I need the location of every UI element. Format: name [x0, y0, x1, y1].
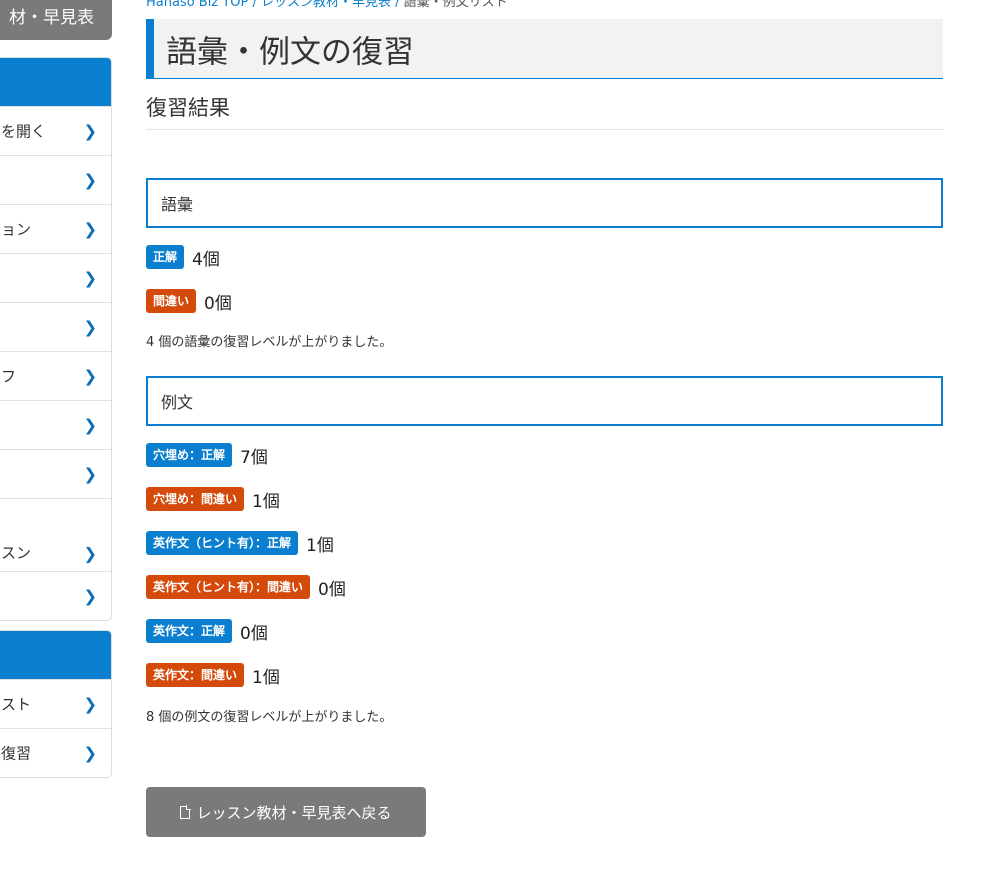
result-count: 1個	[306, 535, 334, 556]
result-count: 1個	[252, 667, 280, 688]
chevron-right-icon: ❯	[83, 694, 97, 714]
vocab-result-wrong: 間違い 0個	[146, 288, 232, 314]
vocab-result-correct: 正解 4個	[146, 244, 220, 270]
chevron-right-icon: ❯	[83, 366, 97, 386]
result-count: 4個	[192, 249, 220, 270]
result-count: 0個	[240, 623, 268, 644]
breadcrumb: Hanaso Biz TOP / レッスン教材・早見表 / 語彙・例文リスト	[146, 0, 508, 10]
chevron-right-icon: ❯	[83, 743, 97, 763]
sidebar-item-review-list[interactable]: スト ❯	[0, 679, 111, 728]
sidebar-panel-header	[0, 631, 111, 679]
status-badge: 英作文：間違い	[146, 663, 245, 687]
chevron-right-icon: ❯	[83, 170, 97, 190]
section-subtitle: 復習結果	[146, 92, 943, 130]
example-result-row: 英作文：間違い 1個	[146, 662, 280, 688]
vocab-heading: 語彙	[161, 195, 194, 214]
status-badge: 正解	[146, 245, 185, 269]
sidebar-item-label: スト	[1, 695, 32, 714]
document-icon	[180, 804, 192, 819]
status-badge: 英作文（ヒント有）：正解	[146, 531, 299, 555]
lesson-materials-label: 材・早見表	[9, 7, 94, 28]
status-badge: 穴埋め：正解	[146, 443, 233, 467]
example-result-row: 英作文（ヒント有）：間違い 0個	[146, 574, 346, 600]
status-badge: 英作文（ヒント有）：間違い	[146, 575, 311, 599]
examples-heading: 例文	[161, 393, 194, 412]
lesson-materials-button[interactable]: 材・早見表	[0, 0, 112, 40]
sidebar-item-label: 復習	[1, 744, 32, 763]
page-title-bar: 語彙・例文の復習	[146, 19, 943, 79]
vocab-note: 4 個の語彙の復習レベルが上がりました。	[146, 335, 393, 350]
sidebar-item-8[interactable]: ❯	[0, 449, 111, 498]
sidebar-item-9[interactable]: スン ❯	[0, 498, 111, 571]
breadcrumb-links[interactable]: Hanaso Biz TOP / レッスン教材・早見表 /	[146, 0, 404, 10]
chevron-right-icon: ❯	[83, 268, 97, 288]
chevron-right-icon: ❯	[83, 219, 97, 239]
chevron-right-icon: ❯	[83, 586, 97, 606]
sidebar-panel-review: スト ❯ 復習 ❯	[0, 630, 112, 778]
status-badge: 間違い	[146, 289, 197, 313]
chevron-right-icon: ❯	[83, 415, 97, 435]
result-count: 0個	[204, 293, 232, 314]
sidebar-item-5[interactable]: ❯	[0, 302, 111, 351]
back-to-materials-button[interactable]: レッスン教材・早見表へ戻る	[146, 787, 426, 837]
chevron-right-icon: ❯	[83, 544, 97, 563]
status-badge: 穴埋め：間違い	[146, 487, 245, 511]
sidebar-panel-main: を開く ❯ ❯ ョン ❯ ❯ ❯ フ ❯ ❯ ❯ スン ❯ ❯	[0, 57, 112, 621]
chevron-right-icon: ❯	[83, 464, 97, 484]
vocab-heading-box: 語彙	[146, 178, 943, 228]
sidebar-item-1[interactable]: を開く ❯	[0, 106, 111, 155]
sidebar-item-10[interactable]: ❯	[0, 571, 111, 620]
result-count: 7個	[240, 447, 268, 468]
sidebar-item-label: スン	[1, 544, 32, 562]
status-badge: 英作文：正解	[146, 619, 233, 643]
sidebar-item-6[interactable]: フ ❯	[0, 351, 111, 400]
sidebar-item-3[interactable]: ョン ❯	[0, 204, 111, 253]
breadcrumb-current: 語彙・例文リスト	[403, 0, 508, 10]
example-result-row: 英作文（ヒント有）：正解 1個	[146, 530, 334, 556]
example-result-row: 穴埋め：間違い 1個	[146, 486, 280, 512]
result-count: 0個	[318, 579, 346, 600]
sidebar-item-2[interactable]: ❯	[0, 155, 111, 204]
example-result-row: 英作文：正解 0個	[146, 618, 268, 644]
back-button-label: レッスン教材・早見表へ戻る	[196, 803, 392, 822]
examples-heading-box: 例文	[146, 376, 943, 426]
sidebar-item-review[interactable]: 復習 ❯	[0, 728, 111, 777]
page-title: 語彙・例文の復習	[166, 34, 414, 70]
sidebar-item-label: を開く	[1, 122, 47, 141]
sidebar-item-4[interactable]: ❯	[0, 253, 111, 302]
chevron-right-icon: ❯	[83, 121, 97, 141]
sidebar-panel-header	[0, 58, 111, 106]
result-count: 1個	[252, 491, 280, 512]
example-result-row: 穴埋め：正解 7個	[146, 442, 268, 468]
examples-note: 8 個の例文の復習レベルが上がりました。	[146, 710, 393, 725]
sidebar-item-label: フ	[1, 367, 17, 386]
chevron-right-icon: ❯	[83, 317, 97, 337]
sidebar-item-7[interactable]: ❯	[0, 400, 111, 449]
sidebar-item-label: ョン	[1, 220, 32, 239]
